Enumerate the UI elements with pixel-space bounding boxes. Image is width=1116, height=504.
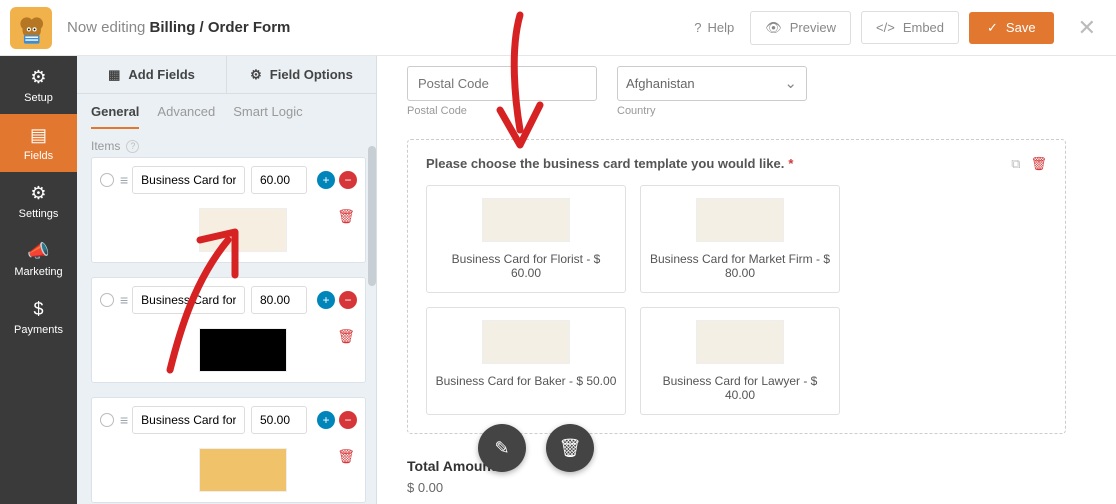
card-thumbnail: [482, 320, 570, 364]
item-price-input[interactable]: [251, 286, 307, 314]
card-option[interactable]: Business Card for Baker - $ 50.00: [426, 307, 626, 415]
add-item-button[interactable]: +: [317, 171, 335, 189]
delete-image-icon[interactable]: 🗑: [337, 448, 355, 465]
drag-handle-icon[interactable]: ≡: [120, 412, 126, 428]
rail-payments[interactable]: $ Payments: [0, 288, 77, 346]
check-icon: ✓: [987, 20, 998, 36]
item-price-input[interactable]: [251, 406, 307, 434]
subtab-smart[interactable]: Smart Logic: [233, 104, 302, 129]
delete-image-icon[interactable]: 🗑: [337, 328, 355, 345]
field-toolbar: ⧉ 🗑: [1011, 156, 1047, 172]
card-caption: Business Card for Lawyer - $ 40.00: [649, 374, 831, 402]
trash-icon: 🗑: [559, 438, 582, 459]
card-thumbnail: [696, 198, 784, 242]
item-thumbnail[interactable]: [199, 208, 287, 252]
delete-image-icon[interactable]: 🗑: [337, 208, 355, 225]
card-option[interactable]: Business Card for Florist - $ 60.00: [426, 185, 626, 293]
page-title: Now editing Billing / Order Form: [67, 19, 290, 36]
left-panel: ▦ Add Fields ⚙ Field Options General Adv…: [77, 56, 377, 504]
items-list[interactable]: ≡+−🗑≡+−🗑≡+−🗑≡+−🗑: [77, 157, 376, 504]
duplicate-icon[interactable]: ⧉: [1011, 156, 1020, 172]
postal-code-input[interactable]: [407, 66, 597, 101]
help-link[interactable]: ? Help: [688, 14, 740, 41]
dollar-icon: $: [33, 299, 43, 320]
preview-button[interactable]: 👁 Preview: [750, 11, 851, 45]
card-thumbnail: [482, 198, 570, 242]
item-price-input[interactable]: [251, 166, 307, 194]
eye-icon: 👁: [765, 20, 782, 36]
form-icon: ▤: [30, 125, 47, 146]
save-button[interactable]: ✓ Save: [969, 12, 1054, 44]
subtab-advanced[interactable]: Advanced: [157, 104, 215, 129]
info-icon[interactable]: ?: [126, 140, 139, 153]
sliders-icon: ⚙: [30, 183, 46, 204]
rail-setup[interactable]: ⚙ Setup: [0, 56, 77, 114]
left-rail: ⚙ Setup ▤ Fields ⚙ Settings 📣 Marketing …: [0, 56, 77, 504]
scrollbar[interactable]: [368, 146, 376, 286]
sliders-icon: ⚙: [250, 67, 262, 83]
item-radio[interactable]: [100, 413, 114, 427]
card-option[interactable]: Business Card for Lawyer - $ 40.00: [640, 307, 840, 415]
remove-item-button[interactable]: −: [339, 171, 357, 189]
card-thumbnail: [696, 320, 784, 364]
card-caption: Business Card for Florist - $ 60.00: [435, 252, 617, 280]
items-heading: Items ?: [77, 129, 376, 157]
bullhorn-icon: 📣: [27, 241, 49, 262]
choice-title: Please choose the business card template…: [426, 156, 1011, 171]
country-sublabel: Country: [617, 105, 807, 117]
add-item-button[interactable]: +: [317, 411, 335, 429]
code-icon: </>: [876, 20, 895, 35]
delete-icon[interactable]: 🗑: [1030, 156, 1047, 172]
floating-actions: ✎ 🗑: [478, 424, 594, 472]
card-option[interactable]: Business Card for Market Firm - $ 80.00: [640, 185, 840, 293]
pencil-icon: ✎: [494, 438, 509, 459]
card-caption: Business Card for Baker - $ 50.00: [435, 374, 617, 388]
edit-fab[interactable]: ✎: [478, 424, 526, 472]
rail-marketing[interactable]: 📣 Marketing: [0, 230, 77, 288]
tab-field-options[interactable]: ⚙ Field Options: [227, 56, 376, 93]
tab-add-fields[interactable]: ▦ Add Fields: [77, 56, 227, 93]
delete-fab[interactable]: 🗑: [546, 424, 594, 472]
item-block: ≡ +− 🗑: [91, 157, 366, 263]
item-radio[interactable]: [100, 173, 114, 187]
gear-icon: ⚙: [30, 67, 46, 88]
template-choice-field[interactable]: ⧉ 🗑 Please choose the business card temp…: [407, 139, 1066, 434]
total-amount-value: $ 0.00: [407, 480, 1066, 495]
app-logo: [10, 7, 52, 49]
rail-fields[interactable]: ▤ Fields: [0, 114, 77, 172]
help-icon: ?: [694, 20, 701, 35]
close-icon[interactable]: ✕: [1078, 15, 1096, 41]
drag-handle-icon[interactable]: ≡: [120, 292, 126, 308]
postal-code-sublabel: Postal Code: [407, 105, 597, 117]
grid-icon: ▦: [108, 67, 120, 83]
card-caption: Business Card for Market Firm - $ 80.00: [649, 252, 831, 280]
item-block: ≡ +− 🗑: [91, 397, 366, 503]
country-select[interactable]: Afghanistan: [617, 66, 807, 101]
item-name-input[interactable]: [132, 286, 245, 314]
item-block: ≡ +− 🗑: [91, 277, 366, 383]
drag-handle-icon[interactable]: ≡: [120, 172, 126, 188]
item-thumbnail[interactable]: [199, 448, 287, 492]
item-name-input[interactable]: [132, 406, 245, 434]
item-thumbnail[interactable]: [199, 328, 287, 372]
item-name-input[interactable]: [132, 166, 245, 194]
item-radio[interactable]: [100, 293, 114, 307]
remove-item-button[interactable]: −: [339, 291, 357, 309]
rail-settings[interactable]: ⚙ Settings: [0, 172, 77, 230]
remove-item-button[interactable]: −: [339, 411, 357, 429]
subtab-general[interactable]: General: [91, 104, 139, 129]
embed-button[interactable]: </> Embed: [861, 11, 959, 44]
add-item-button[interactable]: +: [317, 291, 335, 309]
